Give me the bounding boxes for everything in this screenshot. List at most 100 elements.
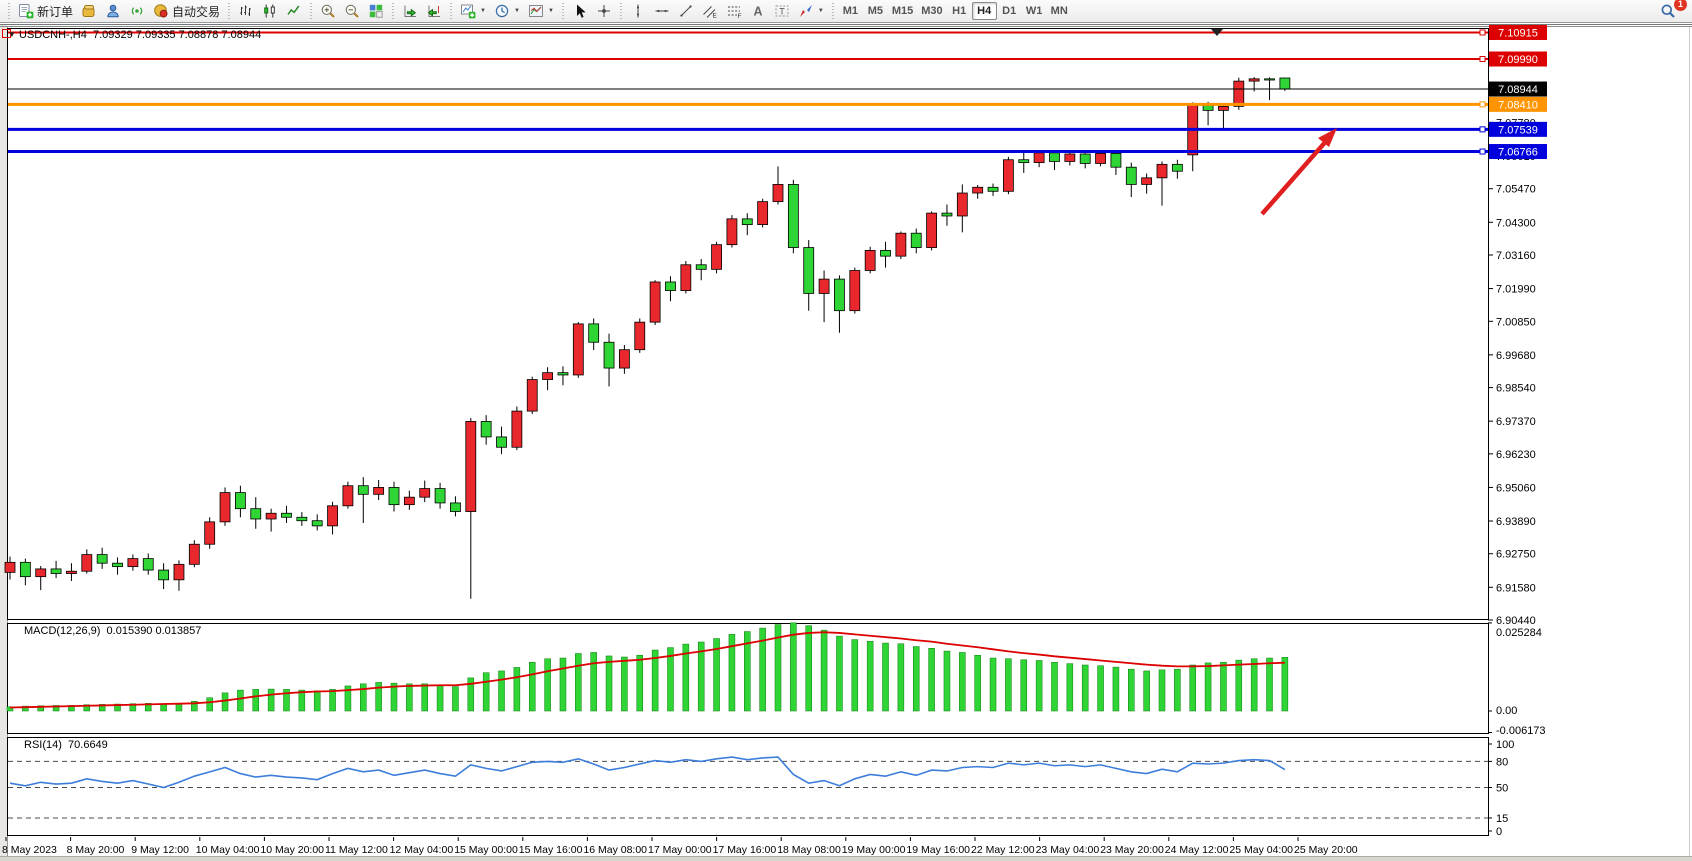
signal-icon — [129, 3, 145, 19]
line-chart-button[interactable] — [282, 1, 306, 21]
chart-bars-icon — [238, 3, 254, 19]
svg-text:7.07539: 7.07539 — [1498, 124, 1538, 136]
new-order-button[interactable]: 新订单 — [14, 1, 77, 21]
bar-chart-button[interactable] — [234, 1, 258, 21]
svg-text:17 May 16:00: 17 May 16:00 — [713, 844, 777, 856]
status-bar — [0, 856, 1692, 861]
tiles-icon — [368, 3, 384, 19]
timeframe-mn-button[interactable]: MN — [1047, 2, 1072, 20]
vline-icon — [630, 3, 646, 19]
text-button[interactable]: A — [746, 1, 770, 21]
svg-text:6.98540: 6.98540 — [1496, 383, 1536, 395]
chart-cube-button[interactable] — [77, 1, 101, 21]
svg-text:7.00850: 7.00850 — [1496, 316, 1536, 328]
auto-scroll-button[interactable] — [398, 1, 422, 21]
toolbar-group-separator — [6, 3, 12, 19]
rsi-name: RSI(14) — [24, 739, 62, 751]
indicators-button[interactable]: ▼ — [456, 1, 490, 21]
timeframe-h1-button[interactable]: H1 — [947, 2, 972, 20]
svg-text:17 May 00:00: 17 May 00:00 — [648, 844, 712, 856]
svg-text:7.09990: 7.09990 — [1498, 54, 1538, 66]
svg-text:19 May 16:00: 19 May 16:00 — [906, 844, 970, 856]
arrows-button[interactable]: ▼ — [794, 1, 828, 21]
cursor-icon — [572, 3, 588, 19]
svg-text:0.00: 0.00 — [1496, 705, 1517, 717]
macd-name: MACD(12,26,9) — [24, 625, 100, 637]
chart-title: USDCNH-,H4 7.09329 7.09335 7.08878 7.089… — [19, 29, 261, 41]
toolbar-group-separator — [226, 3, 232, 19]
svg-text:15 May 00:00: 15 May 00:00 — [454, 844, 518, 856]
svg-text:10 May 04:00: 10 May 04:00 — [196, 844, 260, 856]
svg-text:6.95060: 6.95060 — [1496, 482, 1536, 494]
svg-text:6.91580: 6.91580 — [1496, 582, 1536, 594]
svg-text:25 May 04:00: 25 May 04:00 — [1229, 844, 1293, 856]
toolbar-group-separator — [830, 3, 836, 19]
svg-text:-0.006173: -0.006173 — [1496, 725, 1546, 737]
zoom-in-button[interactable] — [316, 1, 340, 21]
cursor-button[interactable] — [568, 1, 592, 21]
toolbar-group-separator — [560, 3, 566, 19]
svg-text:15 May 16:00: 15 May 16:00 — [519, 844, 583, 856]
svg-text:6.90440: 6.90440 — [1496, 615, 1536, 627]
timeframe-m15-button[interactable]: M15 — [888, 2, 917, 20]
timeframe-h4-button[interactable]: H4 — [972, 2, 997, 20]
chart-shift-button[interactable] — [422, 1, 446, 21]
svg-text:7.05470: 7.05470 — [1496, 184, 1536, 196]
indicators-icon — [460, 3, 476, 19]
chart-line-icon — [286, 3, 302, 19]
svg-text:7.06766: 7.06766 — [1498, 147, 1538, 159]
periods-button[interactable]: ▼ — [490, 1, 524, 21]
chart-candles-icon — [262, 3, 278, 19]
timeframe-d1-button[interactable]: D1 — [997, 2, 1022, 20]
chart-window: 7.077807.066107.054707.043007.031607.019… — [0, 24, 1692, 861]
profile-button[interactable] — [101, 1, 125, 21]
svg-text:9 May 12:00: 9 May 12:00 — [131, 844, 189, 856]
svg-text:6.93890: 6.93890 — [1496, 516, 1536, 528]
trendline-icon — [678, 3, 694, 19]
fibonacci-button[interactable]: F — [722, 1, 746, 21]
new-order-button-label: 新订单 — [37, 3, 73, 20]
chart-shift-icon — [426, 3, 442, 19]
equidistant-channel-button[interactable]: E — [698, 1, 722, 21]
svg-text:80: 80 — [1496, 756, 1508, 768]
symbol-dropdown-icon[interactable]: ▼ — [8, 30, 16, 39]
auto-trading-button[interactable]: 自动交易 — [149, 1, 224, 21]
periods-icon — [494, 3, 510, 19]
timeframe-w1-button[interactable]: W1 — [1022, 2, 1047, 20]
chevron-down-icon: ▼ — [480, 8, 486, 14]
notification-badge: 1 — [1674, 0, 1687, 11]
tile-windows-button[interactable] — [364, 1, 388, 21]
cube-icon — [81, 3, 97, 19]
candlestick-chart-button[interactable] — [258, 1, 282, 21]
svg-text:8 May 2023: 8 May 2023 — [2, 844, 57, 856]
timeframe-m30-button[interactable]: M30 — [917, 2, 946, 20]
chevron-down-icon: ▼ — [818, 8, 824, 14]
svg-text:23 May 04:00: 23 May 04:00 — [1036, 844, 1100, 856]
horizontal-line-button[interactable] — [650, 1, 674, 21]
main-toolbar: 新订单 自动交易 ▼ ▼ ▼ EFAT ▼ M1M5M15M30H1H4D1W1MN 1 — [0, 0, 1692, 23]
timeframe-m5-button[interactable]: M5 — [863, 2, 888, 20]
svg-text:6.99680: 6.99680 — [1496, 350, 1536, 362]
template-icon — [528, 3, 544, 19]
svg-text:100: 100 — [1496, 739, 1514, 751]
trendline-button[interactable] — [674, 1, 698, 21]
crosshair-button[interactable] — [592, 1, 616, 21]
svg-text:19 May 00:00: 19 May 00:00 — [842, 844, 906, 856]
zoom-out-button[interactable] — [340, 1, 364, 21]
signal-button[interactable] — [125, 1, 149, 21]
timeframe-m1-button[interactable]: M1 — [838, 2, 863, 20]
autotrade-icon — [153, 3, 169, 19]
text-label-button[interactable]: T — [770, 1, 794, 21]
svg-text:25 May 20:00: 25 May 20:00 — [1294, 844, 1358, 856]
templates-button[interactable]: ▼ — [524, 1, 558, 21]
vertical-line-button[interactable] — [626, 1, 650, 21]
svg-text:11 May 12:00: 11 May 12:00 — [325, 844, 388, 856]
svg-text:7.08410: 7.08410 — [1498, 99, 1538, 111]
macd-values: 0.015390 0.013857 — [107, 625, 202, 637]
chevron-down-icon: ▼ — [514, 8, 520, 14]
svg-text:22 May 12:00: 22 May 12:00 — [971, 844, 1035, 856]
zoom-out-icon — [344, 3, 360, 19]
chart-canvas[interactable]: 7.077807.066107.054707.043007.031607.019… — [0, 25, 1692, 861]
rsi-values: 70.6649 — [68, 739, 108, 751]
svg-text:7.04300: 7.04300 — [1496, 217, 1536, 229]
